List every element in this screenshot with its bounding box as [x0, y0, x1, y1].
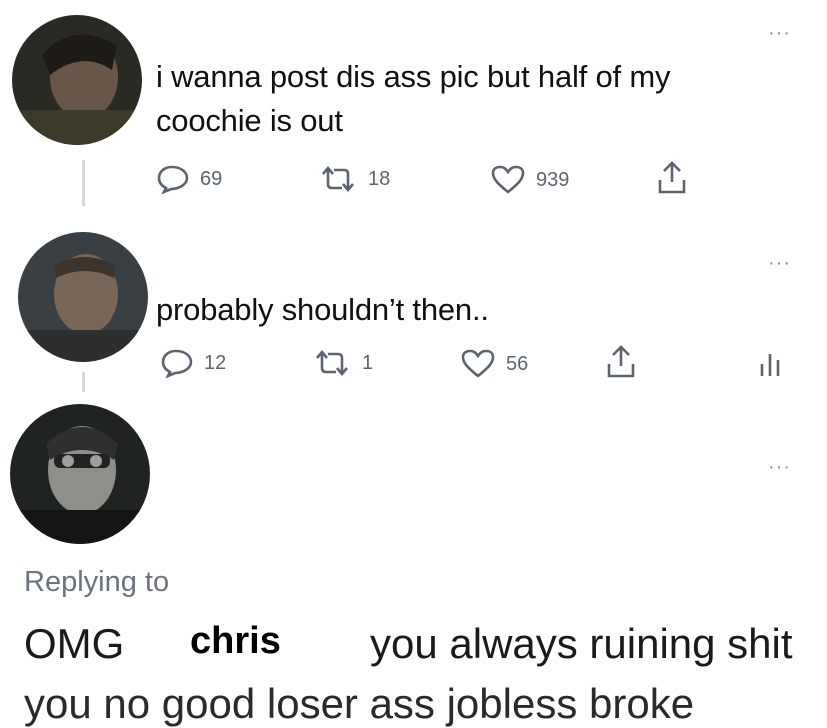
like-count: 939 — [536, 168, 570, 191]
tweet-text-line: coochie is out — [156, 103, 343, 138]
avatar[interactable] — [10, 404, 150, 544]
reply-button[interactable]: 12 — [160, 348, 226, 378]
analytics-button[interactable] — [758, 348, 784, 378]
heart-icon — [491, 165, 525, 194]
more-icon[interactable]: ··· — [768, 253, 791, 273]
reply-count: 12 — [204, 351, 227, 374]
thread-line — [82, 372, 85, 392]
speech-bubble-icon — [157, 165, 189, 194]
avatar-portrait-3 — [10, 404, 150, 544]
like-button[interactable]: 939 — [490, 164, 569, 196]
avatar-portrait-1 — [12, 15, 142, 145]
replying-to-label: Replying to — [24, 566, 170, 598]
reply-button[interactable]: 69 — [156, 164, 222, 194]
tweet-text-line: i wanna post dis ass pic but half of my — [156, 59, 671, 94]
analytics-icon — [760, 354, 780, 376]
more-icon[interactable]: ··· — [768, 457, 791, 477]
avatar-portrait-2 — [18, 232, 148, 362]
retweet-button[interactable]: 18 — [318, 164, 390, 194]
retweet-button[interactable]: 1 — [312, 348, 373, 378]
more-icon[interactable]: ··· — [768, 23, 791, 43]
reply-text-continued: you no good loser ass jobless broke — [24, 680, 695, 727]
avatar[interactable] — [12, 15, 142, 145]
heart-icon — [461, 349, 495, 378]
like-button[interactable]: 56 — [460, 348, 528, 380]
thread-line — [82, 160, 85, 206]
name-overlay: chris — [190, 620, 281, 662]
like-count: 56 — [506, 352, 529, 375]
retweet-icon — [316, 349, 348, 377]
share-icon — [607, 345, 635, 378]
reply-word: OMG — [24, 620, 125, 667]
retweet-icon — [322, 165, 354, 193]
speech-bubble-icon — [161, 349, 193, 378]
reply-text: you always ruining shit — [370, 620, 793, 667]
tweet-text: i wanna post dis ass pic but half of my … — [156, 55, 670, 143]
retweet-count: 18 — [368, 167, 391, 190]
share-icon — [658, 161, 686, 194]
retweet-count: 1 — [362, 351, 374, 374]
share-button[interactable] — [655, 160, 689, 196]
share-button[interactable] — [604, 344, 638, 380]
tweet-text: probably shouldn’t then.. — [156, 292, 489, 327]
avatar[interactable] — [18, 232, 148, 362]
reply-count: 69 — [200, 167, 223, 190]
